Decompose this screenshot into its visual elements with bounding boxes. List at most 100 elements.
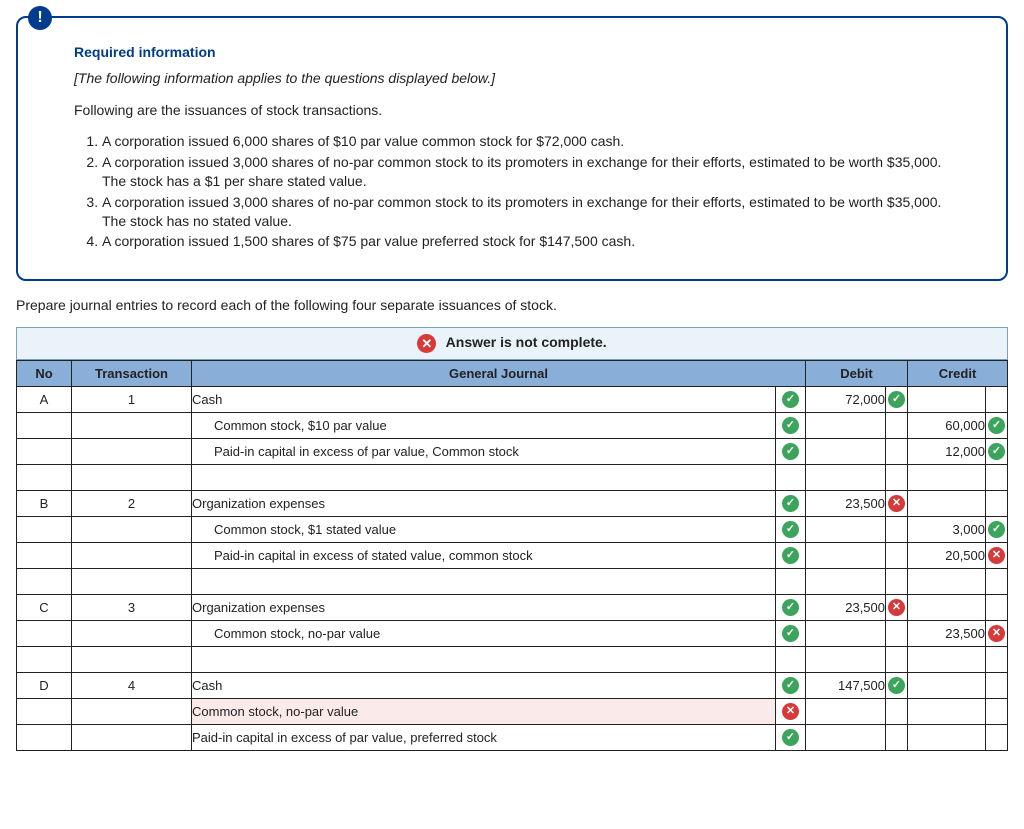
cell-debit[interactable]: [806, 725, 886, 751]
cell-credit[interactable]: 3,000: [908, 517, 986, 543]
cell-account-mark: [775, 491, 805, 517]
cell-debit-mark: [886, 621, 908, 647]
cell-debit[interactable]: [806, 517, 886, 543]
issuance-list: A corporation issued 6,000 shares of $10…: [74, 132, 966, 251]
cell-no: C: [17, 595, 72, 621]
cell-credit-mark: [986, 673, 1008, 699]
answer-status-bar: Answer is not complete.: [16, 327, 1008, 360]
cell-debit[interactable]: [806, 413, 886, 439]
cell-account[interactable]: Common stock, no-par value: [192, 699, 776, 725]
check-icon: [782, 599, 799, 616]
x-icon: [888, 599, 905, 616]
cell-account-mark: [775, 439, 805, 465]
cell-account[interactable]: Paid-in capital in excess of par value, …: [192, 439, 776, 465]
cell-debit-mark: [886, 673, 908, 699]
cell-no: A: [17, 387, 72, 413]
cell-account-mark: [775, 543, 805, 569]
check-icon: [782, 495, 799, 512]
cell-credit-mark: [986, 517, 1008, 543]
cell-debit[interactable]: [806, 621, 886, 647]
cell-no: [17, 621, 72, 647]
required-info-intro: Following are the issuances of stock tra…: [74, 102, 966, 118]
cell-account[interactable]: Common stock, $10 par value: [192, 413, 776, 439]
cell-account[interactable]: Organization expenses: [192, 491, 776, 517]
cell-no: [17, 517, 72, 543]
table-row: [17, 647, 1008, 673]
check-icon: [782, 547, 799, 564]
cell-transaction: 1: [72, 387, 192, 413]
cell-account[interactable]: Organization expenses: [192, 595, 776, 621]
cell-transaction: [72, 725, 192, 751]
cell-account[interactable]: Common stock, $1 stated value: [192, 517, 776, 543]
table-row: D4Cash 147,500: [17, 673, 1008, 699]
cell-debit[interactable]: [806, 439, 886, 465]
cell-no: D: [17, 673, 72, 699]
cell-credit-mark: [986, 725, 1008, 751]
cell-credit[interactable]: [908, 387, 986, 413]
cell-debit-mark: [886, 413, 908, 439]
cell-debit-mark: [886, 725, 908, 751]
table-row: [17, 465, 1008, 491]
x-icon: [888, 495, 905, 512]
cell-debit[interactable]: 72,000: [806, 387, 886, 413]
cell-credit[interactable]: 20,500: [908, 543, 986, 569]
cell-credit-mark: [986, 439, 1008, 465]
cell-credit[interactable]: [908, 491, 986, 517]
cell-credit[interactable]: 23,500: [908, 621, 986, 647]
check-icon: [782, 391, 799, 408]
cell-account-mark: [775, 387, 805, 413]
cell-account[interactable]: Cash: [192, 387, 776, 413]
cell-transaction: [72, 439, 192, 465]
check-icon: [782, 443, 799, 460]
check-icon: [988, 417, 1005, 434]
cell-transaction: [72, 543, 192, 569]
required-info-heading: Required information: [74, 44, 966, 60]
check-icon: [782, 521, 799, 538]
cell-transaction: [72, 517, 192, 543]
table-row: B2Organization expenses23,500: [17, 491, 1008, 517]
cell-credit[interactable]: [908, 673, 986, 699]
cell-account[interactable]: Paid-in capital in excess of stated valu…: [192, 543, 776, 569]
cell-credit-mark: [986, 595, 1008, 621]
cell-transaction: 4: [72, 673, 192, 699]
cell-debit[interactable]: 23,500: [806, 491, 886, 517]
col-txn: Transaction: [72, 361, 192, 387]
error-icon: [417, 334, 436, 353]
check-icon: [988, 443, 1005, 460]
cell-credit[interactable]: [908, 725, 986, 751]
question-prompt: Prepare journal entries to record each o…: [16, 297, 1008, 313]
cell-credit[interactable]: [908, 595, 986, 621]
cell-transaction: [72, 413, 192, 439]
cell-debit-mark: [886, 387, 908, 413]
cell-debit[interactable]: [806, 543, 886, 569]
cell-debit-mark: [886, 517, 908, 543]
cell-account[interactable]: Paid-in capital in excess of par value, …: [192, 725, 776, 751]
issuance-item: A corporation issued 3,000 shares of no-…: [102, 193, 966, 231]
cell-debit[interactable]: [806, 699, 886, 725]
table-row: Common stock, $1 stated value 3,000: [17, 517, 1008, 543]
check-icon: [782, 417, 799, 434]
answer-status-text: Answer is not complete.: [446, 335, 607, 351]
table-row: A1Cash 72,000: [17, 387, 1008, 413]
col-no: No: [17, 361, 72, 387]
cell-credit[interactable]: [908, 699, 986, 725]
cell-credit[interactable]: 60,000: [908, 413, 986, 439]
issuance-item: A corporation issued 3,000 shares of no-…: [102, 153, 966, 191]
col-journal: General Journal: [192, 361, 806, 387]
cell-credit-mark: [986, 543, 1008, 569]
cell-debit[interactable]: 23,500: [806, 595, 886, 621]
check-icon: [782, 625, 799, 642]
cell-account-mark: [775, 595, 805, 621]
cell-no: [17, 413, 72, 439]
cell-credit-mark: [986, 387, 1008, 413]
cell-account[interactable]: Common stock, no-par value: [192, 621, 776, 647]
cell-account-mark: [775, 413, 805, 439]
cell-debit[interactable]: 147,500: [806, 673, 886, 699]
cell-credit[interactable]: 12,000: [908, 439, 986, 465]
cell-debit-mark: [886, 595, 908, 621]
table-row: Common stock, $10 par value 60,000: [17, 413, 1008, 439]
cell-debit-mark: [886, 699, 908, 725]
cell-account-mark: [775, 621, 805, 647]
cell-debit-mark: [886, 543, 908, 569]
cell-account[interactable]: Cash: [192, 673, 776, 699]
